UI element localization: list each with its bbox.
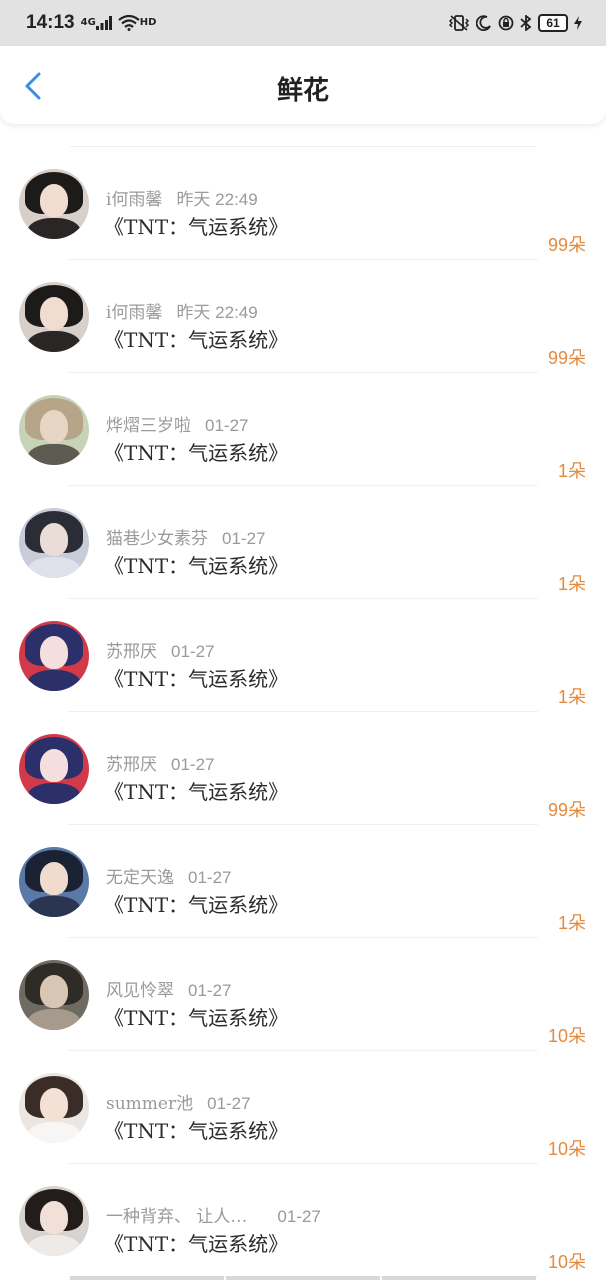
send-date: 昨天 22:49 [176, 303, 258, 322]
flower-count: 1朵 [557, 461, 586, 481]
send-date: 01-27 [171, 642, 215, 661]
book-title[interactable]: 《TNT：气运系统》 [104, 211, 288, 240]
flower-list: i何雨馨 昨天 22:49 《TNT：气运系统》 99朵 i何雨馨 昨天 22:49… [0, 124, 606, 1277]
bottom-segment [382, 1276, 536, 1280]
send-date: 01-27 [205, 416, 249, 435]
avatar[interactable] [19, 395, 89, 465]
book-title[interactable]: 《TNT：气运系统》 [104, 663, 288, 692]
list-item[interactable]: 猫巷少女素芬 01-27 《TNT：气运系统》 1朵 [0, 486, 606, 599]
user-name[interactable]: 猫巷少女素芬 [106, 529, 208, 549]
avatar[interactable] [19, 960, 89, 1030]
book-title[interactable]: 《TNT：气运系统》 [104, 550, 288, 579]
moon-icon [476, 15, 492, 31]
user-name[interactable]: 无定天逸 [106, 868, 174, 888]
flower-count: 99朵 [547, 348, 586, 368]
user-name[interactable]: 烨熠三岁啦 [106, 416, 191, 436]
flower-count: 10朵 [547, 1252, 586, 1272]
send-date: 01-27 [207, 1094, 251, 1113]
list-item[interactable]: 风见怜翠 01-27 《TNT：气运系统》 10朵 [0, 938, 606, 1051]
avatar[interactable] [19, 282, 89, 352]
user-line: i何雨馨 昨天 22:49 [106, 298, 258, 323]
flower-count: 10朵 [547, 1026, 586, 1046]
status-bar: 14:13 4G HD 61 [0, 0, 606, 46]
user-name[interactable]: 风见怜翠 [106, 981, 174, 1001]
book-title[interactable]: 《TNT：气运系统》 [104, 889, 288, 918]
send-date: 01-27 [188, 868, 232, 887]
user-name[interactable]: i何雨馨 [106, 190, 162, 210]
flower-count: 99朵 [547, 800, 586, 820]
list-top-stub [70, 124, 536, 147]
avatar[interactable] [19, 169, 89, 239]
page-header: 鲜花 [0, 46, 606, 124]
user-line: 一种背弃、 让人… 01-27 [106, 1202, 321, 1227]
avatar[interactable] [19, 734, 89, 804]
book-title[interactable]: 《TNT：气运系统》 [104, 437, 288, 466]
book-title[interactable]: 《TNT：气运系统》 [104, 1115, 288, 1144]
send-date: 01-27 [277, 1207, 321, 1226]
avatar[interactable] [19, 1073, 89, 1143]
wifi-label: HD [139, 17, 157, 28]
status-time: 14:13 [26, 12, 75, 33]
list-item[interactable]: 苏邢厌 01-27 《TNT：气运系统》 1朵 [0, 599, 606, 712]
list-item[interactable]: i何雨馨 昨天 22:49 《TNT：气运系统》 99朵 [0, 147, 606, 260]
user-line: 苏邢厌 01-27 [106, 637, 214, 662]
user-line: 苏邢厌 01-27 [106, 750, 214, 775]
user-line: 烨熠三岁啦 01-27 [106, 411, 248, 436]
bottom-scroll-indicator [70, 1276, 536, 1280]
book-title[interactable]: 《TNT：气运系统》 [104, 1228, 288, 1257]
wifi-icon: HD [118, 15, 157, 31]
avatar[interactable] [19, 847, 89, 917]
avatar[interactable] [19, 508, 89, 578]
status-left: 14:13 4G HD [26, 12, 156, 34]
user-name[interactable]: 苏邢厌 [106, 642, 157, 662]
page-title: 鲜花 [276, 76, 329, 106]
send-date: 01-27 [222, 529, 266, 548]
book-title[interactable]: 《TNT：气运系统》 [104, 324, 288, 353]
list-item[interactable]: 无定天逸 01-27 《TNT：气运系统》 1朵 [0, 825, 606, 938]
list-item[interactable]: i何雨馨 昨天 22:49 《TNT：气运系统》 99朵 [0, 260, 606, 373]
user-line: i何雨馨 昨天 22:49 [106, 185, 258, 210]
status-right: 61 [448, 14, 582, 32]
flower-count: 99朵 [547, 235, 586, 255]
user-name[interactable]: i何雨馨 [106, 303, 162, 323]
send-date: 01-27 [188, 981, 232, 1000]
alarm-icon [498, 15, 514, 31]
list-item[interactable]: 苏邢厌 01-27 《TNT：气运系统》 99朵 [0, 712, 606, 825]
avatar[interactable] [19, 1186, 89, 1256]
flower-count: 1朵 [557, 687, 586, 707]
user-line: 猫巷少女素芬 01-27 [106, 524, 265, 549]
user-name[interactable]: 一种背弃、 让人… [106, 1207, 247, 1227]
signal-icon: 4G [81, 16, 112, 30]
avatar[interactable] [19, 621, 89, 691]
charging-icon [574, 16, 582, 30]
book-title[interactable]: 《TNT：气运系统》 [104, 776, 288, 805]
bluetooth-icon [520, 15, 532, 31]
list-item[interactable]: 烨熠三岁啦 01-27 《TNT：气运系统》 1朵 [0, 373, 606, 486]
list-item[interactable]: 一种背弃、 让人… 01-27 《TNT：气运系统》 10朵 [0, 1164, 606, 1277]
bottom-segment [70, 1276, 224, 1280]
user-line: 风见怜翠 01-27 [106, 976, 231, 1001]
flower-count: 1朵 [557, 913, 586, 933]
book-title[interactable]: 《TNT：气运系统》 [104, 1002, 288, 1031]
user-line: 无定天逸 01-27 [106, 863, 231, 888]
send-date: 昨天 22:49 [176, 190, 258, 209]
send-date: 01-27 [171, 755, 215, 774]
flower-count: 1朵 [557, 574, 586, 594]
user-name[interactable]: 苏邢厌 [106, 755, 157, 775]
battery-icon: 61 [538, 14, 568, 32]
network-type: 4G [80, 17, 96, 28]
bottom-segment [226, 1276, 380, 1280]
list-item[interactable]: summer池 01-27 《TNT：气运系统》 10朵 [0, 1051, 606, 1164]
user-line: summer池 01-27 [106, 1089, 251, 1114]
flower-count: 10朵 [547, 1139, 586, 1159]
user-name[interactable]: summer池 [106, 1094, 193, 1114]
vibrate-icon [448, 15, 470, 31]
